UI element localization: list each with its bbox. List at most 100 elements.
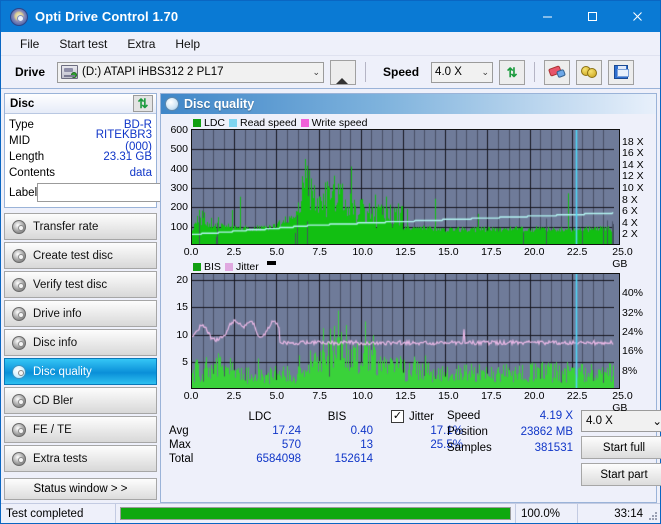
disc-quality-icon: [165, 97, 179, 111]
stats-total-ldc: 6584098: [256, 453, 301, 465]
window-title: Opti Drive Control 1.70: [35, 9, 179, 24]
sidebar-item-drive-info[interactable]: Drive info: [4, 300, 157, 327]
x-tick-label: 20.0: [523, 246, 545, 258]
ldc-chart: LDC Read speed Write speed 100 200 300 400 5…: [163, 116, 654, 271]
x-tick-label: 12.5: [395, 246, 416, 258]
stats-avg-bis: 0.40: [350, 425, 373, 437]
x-tick-label: 25.0 GB: [612, 390, 633, 414]
minimize-icon[interactable]: [525, 1, 570, 32]
refresh-icon: ⇅: [506, 64, 518, 80]
y-tick-label: 10: [176, 328, 188, 341]
toolbar-divider-1: [365, 62, 367, 82]
disc-refresh-button[interactable]: ⇅: [133, 95, 153, 112]
readout-key-samples: Samples: [447, 442, 492, 454]
sidebar-item-create-test-disc[interactable]: Create test disc: [4, 242, 157, 269]
disc-icon: [12, 451, 26, 466]
x-tick-label: 10.0: [352, 390, 373, 402]
right-tick-label: 6 X: [622, 205, 638, 218]
right-tick-label: 4 X: [622, 216, 638, 229]
status-text: Test completed: [1, 504, 116, 523]
disc-label-key: Label: [9, 186, 38, 199]
bis-plot: [191, 273, 620, 389]
eject-button[interactable]: [330, 59, 357, 85]
progress-bar: [116, 504, 516, 523]
menu-extra[interactable]: Extra: [118, 34, 164, 54]
right-tick-label: 16 X: [622, 147, 644, 160]
jitter-label: Jitter: [409, 410, 434, 423]
readout-key-speed: Speed: [447, 410, 481, 422]
legend-swatch-icon: [229, 118, 238, 127]
settings-button[interactable]: [576, 59, 603, 85]
disc-icon: [12, 248, 26, 263]
erase-button[interactable]: [544, 59, 571, 85]
window-controls: [525, 1, 660, 32]
resize-grip-icon[interactable]: [648, 504, 660, 523]
y-tick-label: 500: [170, 143, 188, 156]
ldc-x-axis: 0.0 2.5 5.0 7.5 10.0 12.5 15.0 17.5 20.0 22.5 25.0…: [184, 245, 633, 270]
disc-row-key: Type: [9, 119, 34, 131]
sidebar-item-disc-info[interactable]: Disc info: [4, 329, 157, 356]
legend-read-speed: Read speed: [229, 117, 297, 129]
menu-file[interactable]: File: [11, 34, 48, 54]
eraser-icon: [547, 65, 566, 79]
app-disc-icon: [10, 7, 28, 26]
disc-row-key: Length: [9, 151, 45, 163]
menu-help[interactable]: Help: [166, 34, 209, 54]
status-window-button[interactable]: Status window > >: [4, 478, 157, 500]
legend-jitter: Jitter: [224, 261, 259, 273]
sidebar-item-disc-quality[interactable]: Disc quality: [4, 358, 157, 385]
maximize-icon[interactable]: [570, 1, 615, 32]
legend-label: Write speed: [311, 116, 368, 129]
action-buttons: 4.0 X ⌄ Start full Start part: [581, 410, 661, 500]
x-tick-label: 5.0: [269, 246, 285, 258]
jitter-checkbox[interactable]: ✓: [391, 410, 404, 423]
chart-marker-icon: [267, 261, 276, 265]
speed-select[interactable]: 4.0 X ⌄: [431, 61, 494, 83]
sidebar-item-transfer-rate[interactable]: Transfer rate: [4, 213, 157, 240]
sidebar-item-cd-bler[interactable]: CD Bler: [4, 387, 157, 414]
stats-max-ldc: 570: [281, 439, 301, 451]
right-tick-label: 24%: [622, 326, 644, 338]
start-full-button[interactable]: Start full: [581, 436, 661, 459]
right-tick-label: 14 X: [622, 158, 644, 171]
start-part-button[interactable]: Start part: [581, 463, 661, 486]
sidebar-item-label: Drive info: [33, 307, 82, 320]
x-tick-label: 0.0: [183, 390, 199, 402]
right-tick-label: 10 X: [622, 182, 644, 194]
progress-percent: 100.0%: [516, 504, 578, 523]
title-bar: Opti Drive Control 1.70: [1, 1, 660, 32]
right-tick-label: 2 X: [622, 228, 638, 241]
sidebar-item-extra-tests[interactable]: Extra tests: [4, 445, 157, 472]
right-tick-label: 32%: [622, 306, 644, 319]
y-tick-label: 5: [182, 356, 188, 369]
sidebar: Disc ⇅ Type BD-R MID RITEKBR3 (000) Leng…: [4, 93, 239, 503]
sidebar-item-verify-test-disc[interactable]: Verify test disc: [4, 271, 157, 298]
bis-chart-legend: BIS Jitter: [163, 260, 654, 273]
y-tick-label: 100: [170, 220, 188, 233]
refresh-button[interactable]: ⇅: [499, 59, 526, 85]
x-tick-label: 2.5: [226, 246, 242, 258]
y-tick-label: 600: [170, 124, 188, 136]
legend-swatch-icon: [300, 118, 309, 127]
legend-swatch-icon: [193, 118, 201, 127]
sidebar-item-label: Extra tests: [33, 452, 88, 465]
legend-label: Read speed: [240, 116, 297, 129]
app-window: Opti Drive Control 1.70 File Start test …: [0, 0, 661, 524]
y-tick-label: 400: [170, 162, 188, 175]
y-tick-label: 20: [176, 273, 188, 286]
drive-select[interactable]: (D:) ATAPI iHBS312 2 PL17 ⌄: [57, 61, 325, 83]
disc-icon: [12, 219, 26, 234]
disc-row-key: Contents: [9, 167, 56, 179]
menu-start-test[interactable]: Start test: [50, 34, 116, 54]
ldc-right-axis: 2 X4 X6 X8 X 10 X 12 X 14 X 16 X 18 X: [620, 129, 654, 245]
disc-icon: [12, 393, 26, 408]
sidebar-item-label: Transfer rate: [33, 220, 99, 233]
elapsed-time: 33:14: [614, 507, 643, 520]
test-speed-value: 4.0 X: [586, 415, 613, 427]
close-icon[interactable]: [615, 1, 660, 32]
disc-label-row: Label: [9, 182, 239, 203]
save-button[interactable]: [608, 59, 635, 85]
refresh-icon: ⇅: [137, 96, 149, 111]
sidebar-item-fe-te[interactable]: FE / TE: [4, 416, 157, 443]
stats-total-bis: 152614: [334, 453, 373, 465]
